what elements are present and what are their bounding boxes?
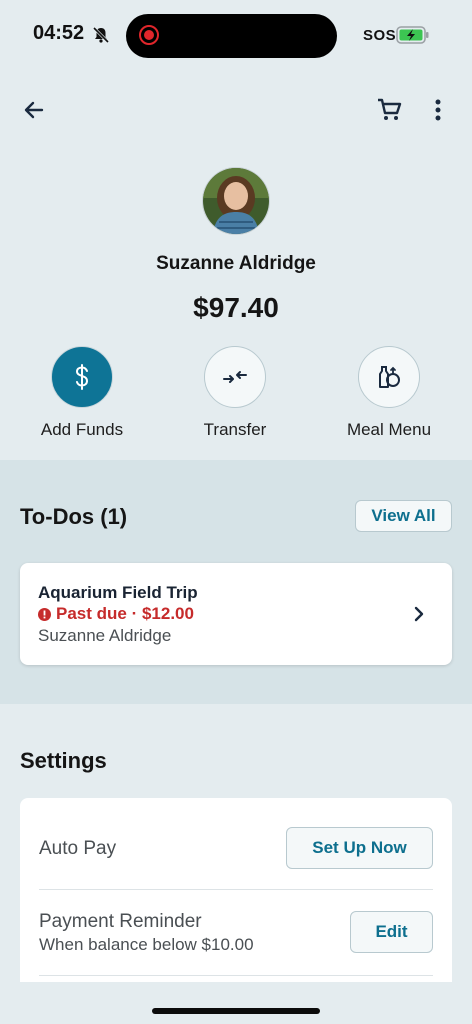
transfer-label: Transfer bbox=[203, 420, 267, 439]
payment-reminder-label: Payment Reminder bbox=[39, 911, 202, 932]
more-vertical-icon bbox=[435, 99, 441, 121]
transfer-icon bbox=[223, 371, 247, 383]
todo-title: Aquarium Field Trip bbox=[38, 583, 198, 602]
auto-pay-label: Auto Pay bbox=[39, 838, 117, 859]
sos-indicator: SOS bbox=[363, 27, 397, 44]
home-indicator[interactable] bbox=[152, 1008, 320, 1014]
back-button[interactable] bbox=[18, 94, 50, 126]
more-options-button[interactable] bbox=[424, 94, 452, 126]
avatar bbox=[202, 167, 270, 235]
bottom-bar bbox=[0, 982, 472, 1024]
recording-icon bbox=[138, 24, 160, 46]
todo-student: Suzanne Aldridge bbox=[38, 626, 172, 645]
settings-divider bbox=[39, 975, 433, 976]
view-all-button[interactable]: View All bbox=[355, 500, 452, 532]
dollar-icon bbox=[75, 364, 89, 390]
todos-heading: To-Dos (1) bbox=[20, 504, 128, 529]
edit-reminder-button[interactable]: Edit bbox=[350, 911, 433, 953]
payment-reminder-detail: When balance below $10.00 bbox=[39, 935, 254, 954]
meal-menu-action[interactable]: Meal Menu bbox=[334, 346, 444, 440]
add-funds-action[interactable]: Add Funds bbox=[32, 346, 132, 440]
add-funds-label: Add Funds bbox=[40, 420, 124, 439]
cart-button[interactable] bbox=[372, 94, 406, 126]
todo-status: Past due · $12.00 bbox=[38, 604, 194, 624]
status-time: 04:52 bbox=[33, 22, 85, 44]
battery-charging-icon bbox=[396, 26, 430, 49]
transfer-action[interactable]: Transfer bbox=[185, 346, 285, 440]
meal-menu-icon bbox=[379, 366, 400, 388]
settings-heading: Settings bbox=[20, 748, 107, 773]
past-due-text: Past due · $12.00 bbox=[56, 604, 194, 623]
cart-icon bbox=[378, 98, 402, 120]
transfer-button[interactable] bbox=[204, 346, 266, 408]
meal-menu-button[interactable] bbox=[358, 346, 420, 408]
chevron-right-icon bbox=[408, 603, 430, 625]
arrow-left-icon bbox=[24, 101, 44, 119]
meal-menu-label: Meal Menu bbox=[346, 420, 432, 439]
account-balance: $97.40 bbox=[193, 292, 279, 323]
bell-muted-icon bbox=[92, 26, 110, 49]
alert-icon bbox=[38, 607, 51, 621]
settings-divider bbox=[39, 889, 433, 890]
add-funds-button[interactable] bbox=[51, 346, 113, 408]
student-name: Suzanne Aldridge bbox=[156, 253, 316, 274]
set-up-now-button[interactable]: Set Up Now bbox=[286, 827, 433, 869]
